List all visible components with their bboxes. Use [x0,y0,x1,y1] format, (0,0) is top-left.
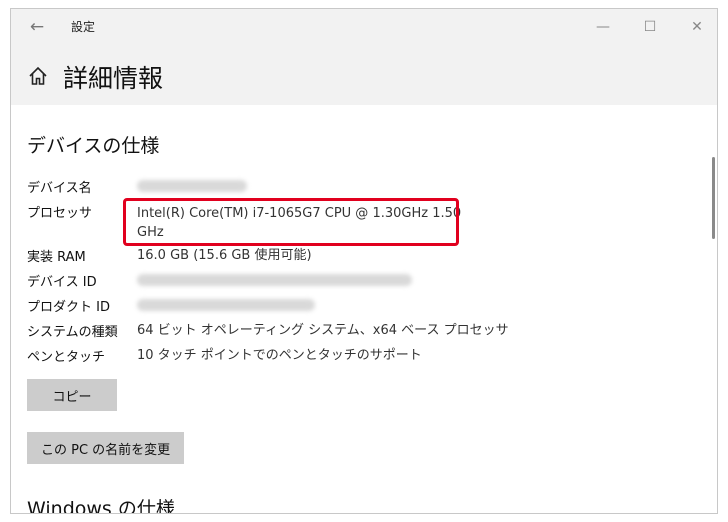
windows-spec-heading: Windows の仕様 [27,498,175,514]
spec-label: プロセッサ [27,206,93,221]
rename-pc-button[interactable]: この PC の名前を変更 [27,432,185,464]
redacted-value [137,180,247,192]
settings-window: ← 設定 — ☐ ✕ 詳細情報 デバイスの仕様 デバイス名 プロセッサ Inte… [10,8,718,514]
title-bar: ← 設定 — ☐ ✕ [11,9,717,45]
spec-label: プロダクト ID [27,300,110,315]
spec-value: 16.0 GB (15.6 GB 使用可能) [137,248,312,263]
processor-highlight-box [123,198,459,246]
close-icon[interactable]: ✕ [683,13,711,41]
window-title: 設定 [71,20,96,34]
redacted-value [137,299,315,311]
back-arrow-icon[interactable]: ← [25,15,49,39]
spec-label: システムの種類 [27,325,118,340]
page-title: 詳細情報 [63,64,164,93]
device-spec-heading: デバイスの仕様 [27,135,160,157]
copy-button[interactable]: コピー [27,379,117,411]
spec-value: 10 タッチ ポイントでのペンとタッチのサポート [137,348,422,363]
spec-label: デバイス ID [27,275,97,290]
spec-label: ペンとタッチ [27,350,106,365]
content-area: デバイスの仕様 デバイス名 プロセッサ Intel(R) Core(TM) i7… [11,105,717,514]
home-icon[interactable] [27,65,49,87]
scrollbar-thumb[interactable] [712,157,715,239]
spec-label: デバイス名 [27,181,92,196]
spec-label: 実装 RAM [27,250,86,265]
maximize-icon[interactable]: ☐ [636,13,664,41]
redacted-value [137,274,412,286]
minimize-icon[interactable]: — [589,13,617,41]
page-header: 詳細情報 [11,45,717,105]
spec-value: 64 ビット オペレーティング システム、x64 ベース プロセッサ [137,323,509,338]
